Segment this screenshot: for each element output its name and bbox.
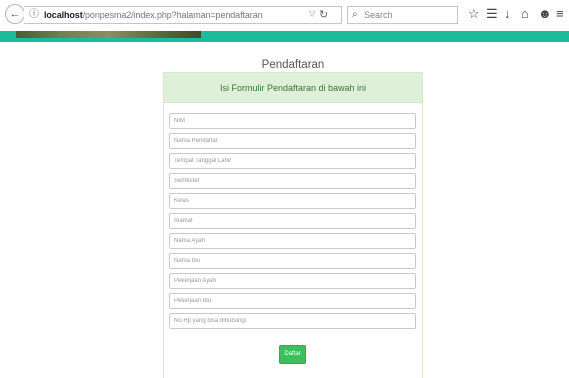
nama-pendaftar-field[interactable] — [169, 133, 416, 149]
daftar-button[interactable]: Daftar — [279, 345, 306, 364]
search-placeholder: Search — [364, 10, 393, 20]
registration-form-panel: Isi Formulir Pendaftaran di bawah ini Da… — [163, 72, 423, 378]
browser-toolbar: ← ⓘ localhost/ponpesma2/index.php?halama… — [0, 0, 569, 31]
alamat-field[interactable] — [169, 213, 416, 229]
back-arrow-icon[interactable]: ← — [5, 4, 25, 24]
tempat-tanggal-lahir-field[interactable] — [169, 153, 416, 169]
nim-field[interactable] — [169, 113, 416, 129]
url-host: localhost — [44, 10, 83, 20]
panel-heading: Isi Formulir Pendaftaran di bawah ini — [164, 73, 422, 103]
download-icon[interactable]: ↓ — [504, 6, 511, 22]
url-text[interactable]: localhost/ponpesma2/index.php?halaman=pe… — [44, 10, 263, 20]
no-hp-field[interactable] — [169, 313, 416, 329]
star-icon[interactable]: ☆ — [468, 6, 480, 22]
pekerjaan-ibu-field[interactable] — [169, 293, 416, 309]
home-icon[interactable]: ⌂ — [521, 6, 529, 22]
search-icon: ⌕ — [352, 9, 358, 20]
kelas-field[interactable] — [169, 193, 416, 209]
pocket-icon[interactable]: ☻ — [538, 6, 552, 22]
url-bar[interactable]: ⓘ localhost/ponpesma2/index.php?halaman=… — [24, 6, 342, 24]
page-title: Pendaftaran — [261, 59, 325, 71]
reload-icon[interactable]: ↻ — [319, 8, 328, 21]
reading-list-icon[interactable]: ☰ — [486, 6, 498, 22]
url-path: /ponpesma2/index.php?halaman=pendaftaran — [82, 10, 263, 20]
info-icon[interactable]: ⓘ — [29, 9, 41, 21]
header-banner-image — [16, 31, 201, 38]
semester-field[interactable] — [169, 173, 416, 189]
pekerjaan-ayah-field[interactable] — [169, 273, 416, 289]
dropdown-icon[interactable]: ▽ — [309, 9, 315, 18]
search-input[interactable]: ⌕ Search — [347, 6, 458, 24]
menu-icon[interactable]: ≡ — [556, 6, 564, 22]
nama-ibu-field[interactable] — [169, 253, 416, 269]
nama-ayah-field[interactable] — [169, 233, 416, 249]
